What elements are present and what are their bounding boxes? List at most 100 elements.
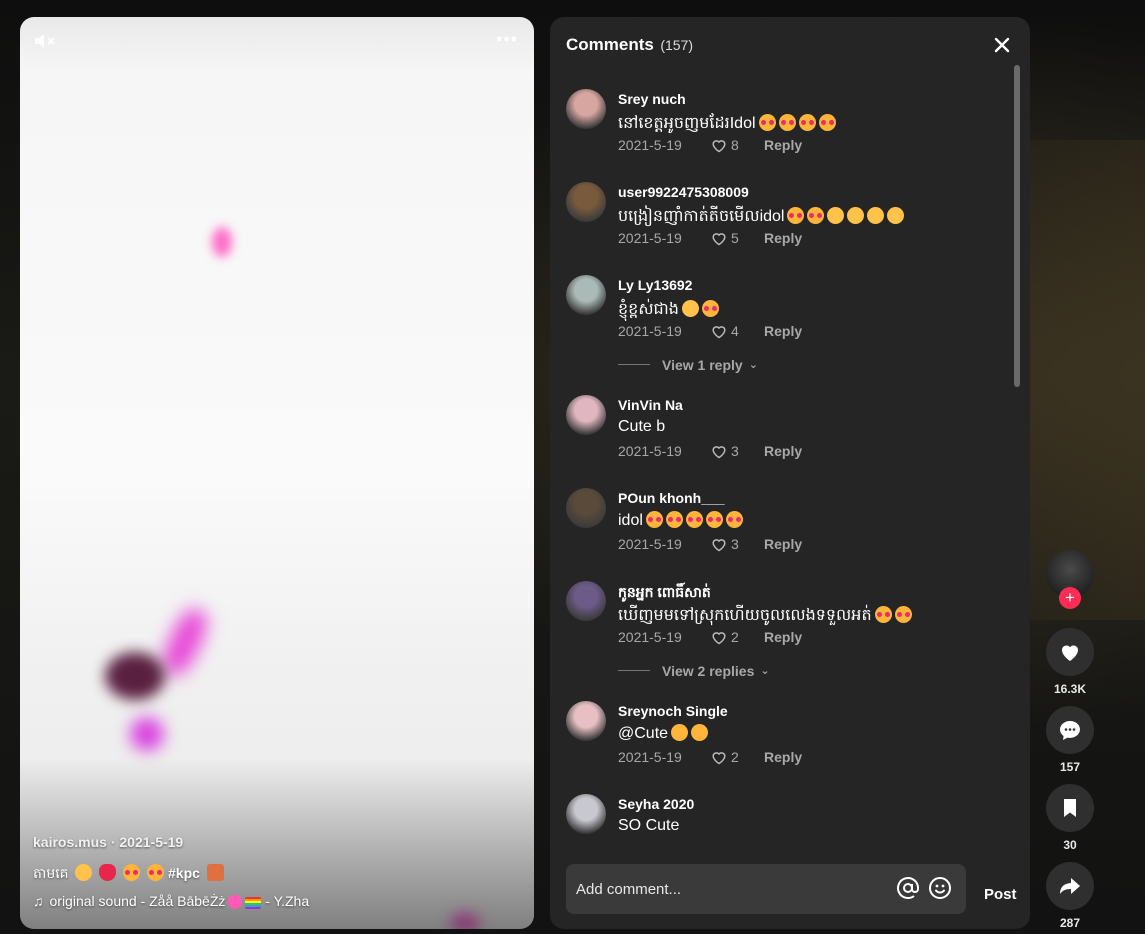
- comment-text: បង្រៀនញាំកាត់តីចមើលidol: [618, 205, 905, 229]
- commenter-avatar[interactable]: [566, 275, 606, 315]
- share-count: 287: [1059, 916, 1081, 930]
- comment-reply-button[interactable]: Reply: [764, 230, 802, 246]
- commenter-username[interactable]: Srey nuch: [618, 91, 686, 107]
- post-button[interactable]: Post: [984, 886, 1017, 903]
- comment-reply-button[interactable]: Reply: [764, 323, 802, 339]
- comment-text: Cute b: [618, 418, 665, 436]
- save-button[interactable]: [1046, 784, 1094, 832]
- comment-like-button[interactable]: 8: [710, 137, 739, 153]
- commenter-avatar[interactable]: [566, 182, 606, 222]
- heart-outline-icon: [712, 326, 726, 339]
- commenter-avatar[interactable]: [566, 89, 606, 129]
- follow-plus-icon[interactable]: +: [1059, 587, 1081, 609]
- comment-item: user9922475308009 បង្រៀនញាំកាត់តីចមើលidol…: [550, 170, 1010, 263]
- comment-button[interactable]: [1046, 706, 1094, 754]
- hearts-emoji-icon: [818, 114, 836, 131]
- commenter-avatar[interactable]: [566, 395, 606, 435]
- heart-eyes-emoji-icon: [671, 724, 689, 741]
- save-action: 30: [1046, 784, 1094, 852]
- commenter-username[interactable]: Seyha 2020: [618, 796, 694, 812]
- comment-date: 2021-5-19: [618, 323, 682, 339]
- share-button[interactable]: [1046, 862, 1094, 910]
- video-caption: តាមគេ #kpc: [33, 864, 518, 885]
- comment-body: Cute b: [618, 418, 666, 435]
- comment-like-count: 3: [731, 443, 739, 459]
- comment-like-button[interactable]: 4: [710, 323, 739, 339]
- comment-text: ខ្ញុំខ្ពស់ជាង: [618, 298, 719, 322]
- commenter-avatar[interactable]: [566, 488, 606, 528]
- commenter-avatar[interactable]: [566, 701, 606, 741]
- view-replies-button[interactable]: View 2 replies ⌄: [550, 652, 1010, 689]
- divider-line: [618, 670, 650, 671]
- hearts-emoji-icon: [123, 864, 141, 881]
- emoji-picker-icon[interactable]: [928, 876, 952, 900]
- video-frame-detail: [212, 227, 232, 257]
- video-sound[interactable]: ♫ original sound - Zåå BābēŻż - Y.Zha: [33, 893, 518, 909]
- close-button[interactable]: [990, 33, 1014, 57]
- view-replies-button[interactable]: View 1 reply ⌄: [550, 346, 1010, 383]
- pink-heart-emoji-icon: [228, 895, 243, 909]
- mention-icon[interactable]: [896, 876, 920, 900]
- hearts-emoji-icon: [705, 511, 723, 528]
- comment-body: នៅខេត្តអូចញមដែរIdol: [618, 115, 756, 132]
- close-icon: [994, 37, 1010, 53]
- plead-emoji-icon: [827, 207, 845, 224]
- comment-reply-button[interactable]: Reply: [764, 629, 802, 645]
- sound-suffix: - Y.Zha: [261, 893, 310, 909]
- video-meta: kairos.mus · 2021-5-19 តាមគេ #kpc ♫ origi…: [33, 834, 518, 909]
- comment-text: @Cute: [618, 724, 709, 743]
- comments-count: (157): [660, 37, 693, 53]
- comment-reply-button[interactable]: Reply: [764, 443, 802, 459]
- comment-like-button[interactable]: 3: [710, 443, 739, 459]
- commenter-username[interactable]: Sreynoch Single: [618, 703, 728, 719]
- comment-reply-button[interactable]: Reply: [764, 536, 802, 552]
- comment-like-button[interactable]: 5: [710, 230, 739, 246]
- commenter-username[interactable]: user9922475308009: [618, 184, 749, 200]
- comment-input[interactable]: [576, 878, 876, 900]
- video-author-line: kairos.mus · 2021-5-19: [33, 834, 184, 850]
- commenter-avatar[interactable]: [566, 794, 606, 834]
- comment-reply-button[interactable]: Reply: [764, 137, 802, 153]
- like-button[interactable]: [1046, 628, 1094, 676]
- comment-like-button[interactable]: 3: [710, 536, 739, 552]
- hearts-emoji-icon: [874, 606, 892, 623]
- video-author[interactable]: kairos.mus: [33, 834, 107, 850]
- comment-item: Srey nuch នៅខេត្តអូចញមដែរIdol 2021-5-19 8 Re…: [550, 77, 1010, 170]
- hearts-emoji-icon: [807, 207, 825, 224]
- heart-eyes-emoji-icon: [691, 724, 709, 741]
- comment-body: ឃើញមមទៅស្រុកហើយចូលលេងទទួលអត់: [618, 607, 872, 624]
- commenter-username[interactable]: VinVin Na: [618, 397, 683, 413]
- commenter-username[interactable]: Ly Ly13692: [618, 277, 692, 293]
- comments-panel: Comments (157) Srey nuch នៅខេត្តអូចញមដែរI…: [550, 17, 1030, 929]
- comment-like-button[interactable]: 2: [710, 749, 739, 765]
- comment-item: Ly Ly13692 ខ្ញុំខ្ពស់ជាង 2021-5-19 4 Reply: [550, 263, 1010, 356]
- comment-item: Sreynoch Single @Cute 2021-5-19 2 Reply: [550, 689, 1010, 782]
- comment-reply-button[interactable]: Reply: [764, 749, 802, 765]
- commenter-username[interactable]: POun khonh___: [618, 490, 725, 506]
- commenter-username[interactable]: កូនអ្នក ពោធិ៍សាត់: [618, 583, 711, 604]
- hashtag-link[interactable]: #kpc: [168, 865, 200, 881]
- more-options-icon[interactable]: •••: [496, 29, 518, 50]
- comment-item: Seyha 2020 SO Cute: [550, 782, 1010, 849]
- rainbow-flag-icon: [245, 897, 262, 909]
- hearts-emoji-icon: [778, 114, 796, 131]
- comments-scrollbar[interactable]: [1014, 65, 1020, 387]
- comment-date: 2021-5-19: [618, 749, 682, 765]
- heart-outline-icon: [712, 752, 726, 765]
- comment-date: 2021-5-19: [618, 443, 682, 459]
- backdrop-video-blur: [1030, 140, 1145, 620]
- comment-like-button[interactable]: 2: [710, 629, 739, 645]
- comment-like-count: 2: [731, 629, 739, 645]
- comments-title: Comments: [566, 35, 654, 54]
- heart-outline-icon: [712, 539, 726, 552]
- comment-item: VinVin Na Cute b 2021-5-19 3 Reply: [550, 383, 1010, 476]
- commenter-avatar[interactable]: [566, 581, 606, 621]
- mute-icon[interactable]: [32, 31, 58, 51]
- share-action: 287: [1046, 862, 1094, 930]
- comment-date: 2021-5-19: [618, 230, 682, 246]
- comment-date: 2021-5-19: [618, 137, 682, 153]
- video-player[interactable]: ••• kairos.mus · 2021-5-19 តាមគេ #kpc ♫ o…: [20, 17, 534, 929]
- hearts-emoji-icon: [798, 114, 816, 131]
- view-replies-label: View 1 reply: [662, 356, 743, 373]
- comment-like-count: 3: [731, 536, 739, 552]
